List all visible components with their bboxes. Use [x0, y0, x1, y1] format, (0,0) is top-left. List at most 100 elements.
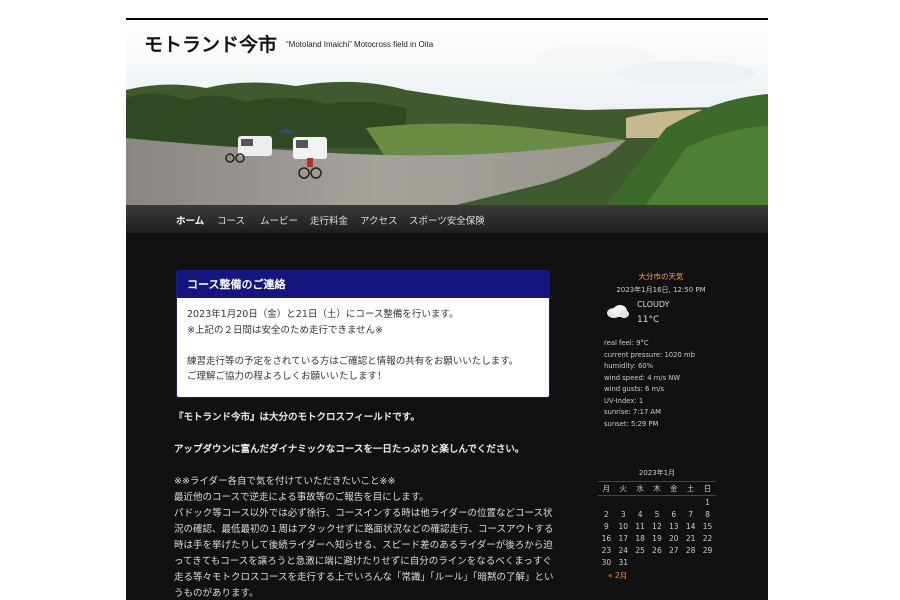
notice-line: 練習走行等の予定をされている方はご確認と情報の共有をお願いいたします。	[187, 355, 519, 367]
header-top-rule	[126, 18, 768, 20]
weekday-header: 水	[631, 481, 649, 496]
nav-movie[interactable]: ムービー	[260, 213, 298, 227]
calendar-day	[632, 556, 649, 568]
calendar-day: 24	[618, 545, 629, 555]
calendar-week-row: 16 17 18 19 20 21 22	[598, 532, 716, 544]
notice-box: コース整備のご連絡 2023年1月20日（金）と21日（土）にコース整備を行いま…	[176, 270, 550, 398]
calendar-day: 12	[652, 521, 662, 531]
weekday-header: 木	[648, 481, 666, 496]
calendar-day: 8	[705, 509, 710, 519]
calendar-day: 30	[601, 557, 612, 567]
calendar-day	[649, 496, 666, 509]
calendar-week-row: 9 10 11 12 13 14 15	[598, 520, 716, 532]
intro-text-2: アップダウンに富んだダイナミックなコースを一日たっぷりと楽しんでください。	[174, 444, 525, 455]
rules-line: パドック等コース以外では必ず徐行、コースインする時は他ライダーの位置などコース状…	[174, 508, 554, 599]
calendar-day: 7	[688, 509, 694, 519]
calendar-day: 31	[618, 557, 629, 567]
calendar-day: 26	[652, 545, 662, 555]
weather-city[interactable]: 大分市の天気	[596, 271, 726, 282]
weather-detail: humidity: 60%	[604, 362, 654, 370]
calendar-day: 10	[618, 521, 629, 531]
calendar-day	[665, 496, 682, 509]
calendar-day	[682, 496, 699, 509]
calendar-day: 1	[705, 497, 710, 507]
calendar-prev-link[interactable]: « 2月	[598, 570, 716, 581]
calendar-week-row: 2 3 4 5 6 7 8	[598, 508, 716, 520]
notice-body: 2023年1月20日（金）と21日（土）にコース整備を行います。 ※上記の２日間…	[187, 307, 542, 385]
site-header: モトランド今市 “Motoland Imaichi” Motocross fie…	[126, 18, 768, 205]
calendar-day: 23	[601, 545, 612, 555]
calendar-caption: 2023年1月	[638, 469, 676, 477]
nav-insurance[interactable]: スポーツ安全保険	[409, 213, 485, 227]
calendar-day: 15	[702, 521, 713, 531]
weather-detail: sunset: 5:29 PM	[604, 419, 659, 428]
notice-spacer	[187, 338, 542, 354]
calendar-day: 25	[635, 545, 645, 555]
weather-detail: wind speed: 4 m/s NW	[604, 373, 681, 382]
calendar-day: 11	[635, 521, 645, 531]
weekday-header: 火	[614, 481, 632, 496]
calendar-day	[699, 556, 716, 568]
rules-line: 最近他のコースで逆走による事故等のご報告を目にします。	[174, 492, 429, 503]
calendar-day: 16	[601, 533, 612, 543]
weekday-header: 金	[665, 481, 683, 496]
nav-home[interactable]: ホーム	[176, 213, 204, 227]
main-text: 『モトランド今市』は大分のモトクロスフィールドです。 アップダウンに富んだダイナ…	[174, 410, 554, 600]
notice-line: ※上記の２日間は安全のため走行できません※	[187, 324, 384, 336]
weather-temp: 11°C	[637, 315, 660, 325]
page-wrapper: モトランド今市 “Motoland Imaichi” Motocross fie…	[126, 18, 768, 600]
weekday-header: 月	[598, 481, 615, 496]
calendar-day: 20	[669, 533, 679, 543]
calendar-day: 21	[685, 533, 696, 543]
weather-date: 2023年1月16日, 12:50 PM	[616, 286, 706, 294]
calendar-day: 13	[669, 521, 679, 531]
nav-fees[interactable]: 走行料金	[310, 213, 348, 227]
cloud-icon	[607, 305, 629, 318]
main-nav: ホーム コース ムービー 走行料金 アクセス スポーツ安全保険	[126, 205, 768, 233]
calendar-day: 4	[637, 509, 643, 519]
calendar-widget: 2023年1月 月 火 水 木 金 土 日 1 2 3 4 5 6 7 8 9 10 11 12 13 1…	[598, 468, 716, 581]
calendar-day	[665, 556, 682, 568]
calendar-day	[598, 496, 615, 509]
nav-access[interactable]: アクセス	[360, 213, 398, 227]
calendar-table: 月 火 水 木 金 土 日 1 2 3 4 5 6 7 8 9 10 11 12 13 14 15 16 17 1…	[598, 481, 716, 568]
weather-detail: real feel: 9°C	[604, 339, 649, 347]
weather-details: real feel: 9°C current pressure: 1020 mb…	[604, 338, 695, 430]
calendar-day: 5	[654, 509, 660, 519]
site-tagline: “Motoland Imaichi” Motocross field in Oi…	[286, 40, 434, 49]
weather-detail: UV-Index: 1	[604, 396, 644, 405]
calendar-week-row: 30 31	[598, 556, 716, 568]
calendar-day: 2	[604, 509, 609, 519]
calendar-day: 29	[702, 545, 713, 555]
calendar-day: 28	[685, 545, 696, 555]
calendar-day	[615, 496, 632, 509]
calendar-day: 17	[618, 533, 629, 543]
calendar-day: 22	[702, 533, 713, 543]
weekday-header: 土	[682, 481, 700, 496]
calendar-day	[649, 556, 666, 568]
weather-detail: current pressure: 1020 mb	[604, 350, 695, 359]
site-title[interactable]: モトランド今市	[144, 30, 277, 57]
calendar-day: 19	[652, 533, 662, 543]
weather-condition: CLOUDY	[637, 300, 670, 309]
calendar-day: 6	[671, 509, 677, 519]
calendar-week-row: 23 24 25 26 27 28 29	[598, 544, 716, 556]
weather-detail: wind gusts: 6 m/s	[604, 385, 664, 393]
calendar-day: 3	[620, 509, 626, 519]
notice-line: 2023年1月20日（金）と21日（土）にコース整備を行います。	[187, 309, 459, 320]
notice-title: コース整備のご連絡	[177, 271, 549, 298]
notice-line: ご理解ご協力の程よろしくお願いいたします！	[187, 371, 387, 382]
intro-text: 『モトランド今市』は大分のモトクロスフィールドです。	[174, 412, 420, 423]
weather-widget: 大分市の天気 2023年1月16日, 12:50 PM CLOUDY 11°C …	[596, 271, 726, 428]
calendar-day	[682, 556, 699, 568]
weather-detail: sunrise: 7:17 AM	[604, 408, 661, 416]
calendar-day: 9	[604, 521, 609, 531]
content-area: コース整備のご連絡 2023年1月20日（金）と21日（土）にコース整備を行いま…	[126, 233, 768, 600]
calendar-day: 18	[635, 533, 645, 543]
calendar-week-row: 1	[598, 496, 716, 509]
calendar-day: 27	[669, 545, 679, 555]
calendar-day: 14	[685, 521, 696, 531]
calendar-day	[632, 496, 649, 509]
rules-title: ※※ライダー各自で気を付けていただきたいこと※※	[174, 476, 396, 487]
nav-course[interactable]: コース	[217, 213, 245, 227]
